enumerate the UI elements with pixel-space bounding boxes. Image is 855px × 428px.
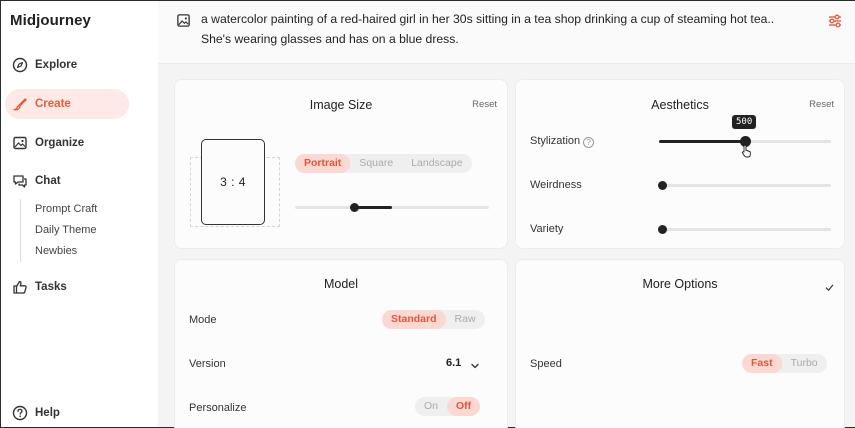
mode-standard[interactable]: Standard (382, 310, 446, 329)
stylization-help-icon[interactable]: ? (583, 137, 595, 148)
version-value[interactable]: 6.1 (446, 357, 461, 369)
stylization-slider-fill (659, 140, 745, 143)
variety-slider-track[interactable] (659, 228, 831, 231)
speed-fast[interactable]: Fast (742, 354, 782, 373)
weirdness-slider-handle[interactable] (658, 181, 667, 190)
subnav-daily-theme[interactable]: Daily Theme (35, 220, 97, 241)
nav-explore-label: Explore (35, 59, 78, 71)
personalize-label: Personalize (189, 402, 247, 414)
brush-icon (12, 96, 28, 112)
app-logo[interactable]: Midjourney (10, 12, 91, 29)
variety-slider-handle[interactable] (658, 225, 667, 234)
nav-explore[interactable]: Explore (5, 50, 129, 80)
nav-help[interactable]: Help (5, 398, 129, 428)
stylization-label-text: Stylization (530, 135, 581, 147)
image-prompt-icon[interactable] (176, 13, 191, 33)
image-size-reset-button[interactable]: Reset (472, 99, 497, 110)
nav-chat-label: Chat (35, 175, 61, 187)
chat-subnav: Prompt Craft Daily Theme Newbies (20, 199, 97, 262)
compass-icon (12, 57, 28, 73)
subnav-newbies[interactable]: Newbies (35, 241, 97, 262)
thumbs-up-icon (12, 279, 28, 295)
more-options-title[interactable]: More Options (516, 277, 844, 291)
help-circle-icon (12, 405, 28, 421)
pointer-cursor-icon (741, 144, 753, 163)
size-slider-fill (354, 206, 392, 209)
orientation-selector: Portrait Square Landscape (295, 154, 472, 173)
chevron-down-icon[interactable] (470, 358, 480, 376)
nav-tasks-label: Tasks (35, 281, 67, 293)
prompt-line-1: a watercolor painting of a red-haired gi… (201, 12, 775, 26)
mode-selector: Standard Raw (382, 310, 485, 329)
speed-turbo[interactable]: Turbo (782, 354, 827, 373)
settings-sliders-icon[interactable] (827, 13, 843, 34)
nav-organize[interactable]: Organize (5, 128, 129, 158)
nav-organize-label: Organize (35, 137, 85, 149)
mode-raw[interactable]: Raw (446, 310, 485, 329)
version-label: Version (189, 358, 226, 370)
orientation-portrait[interactable]: Portrait (295, 154, 351, 173)
weirdness-slider-track[interactable] (659, 184, 831, 187)
aesthetics-reset-button[interactable]: Reset (809, 99, 834, 110)
subnav-prompt-craft[interactable]: Prompt Craft (35, 199, 97, 220)
nav-tasks[interactable]: Tasks (5, 272, 129, 302)
checkmark-icon[interactable] (825, 279, 834, 297)
aspect-ratio-value: 3 : 4 (220, 175, 246, 189)
main-area: a watercolor painting of a red-haired gi… (158, 1, 855, 428)
aspect-ratio-preview[interactable]: 3 : 4 (201, 139, 265, 225)
more-options-panel: More Options Speed Fast Turbo (515, 259, 845, 428)
image-icon (12, 135, 28, 151)
nav-create[interactable]: Create (5, 89, 129, 119)
nav-chat[interactable]: Chat (5, 166, 129, 196)
speed-selector: Fast Turbo (742, 354, 827, 373)
orientation-square[interactable]: Square (350, 154, 402, 173)
stylization-value-tooltip: 500 (732, 115, 757, 129)
image-size-title: Image Size (309, 98, 373, 112)
prompt-input[interactable]: a watercolor painting of a red-haired gi… (201, 10, 821, 49)
nav-create-label: Create (35, 98, 71, 110)
mode-label: Mode (189, 314, 217, 326)
model-title: Model (323, 277, 359, 291)
personalize-off[interactable]: Off (447, 397, 481, 416)
aesthetics-panel: Aesthetics Reset Stylization? 500 Weirdn… (515, 79, 845, 249)
stylization-label: Stylization? (530, 135, 595, 148)
personalize-toggle: On Off (415, 397, 481, 416)
image-size-panel: Image Size Reset 3 : 4 Portrait Square L… (174, 79, 508, 249)
prompt-bar[interactable]: a watercolor painting of a red-haired gi… (158, 1, 855, 64)
model-panel: Model Mode Standard Raw Version 6.1 Pers… (174, 259, 508, 428)
personalize-on[interactable]: On (415, 397, 447, 416)
nav-help-label: Help (35, 407, 60, 419)
prompt-line-2: She's wearing glasses and has on a blue … (201, 31, 459, 46)
orientation-landscape[interactable]: Landscape (402, 154, 471, 173)
aesthetics-title: Aesthetics (651, 98, 709, 112)
chat-icon (12, 173, 28, 189)
size-slider-handle[interactable] (350, 203, 359, 212)
size-slider-track[interactable] (295, 206, 489, 209)
speed-label: Speed (530, 358, 562, 370)
sidebar: Midjourney Explore Create Organize Chat … (1, 1, 157, 427)
weirdness-label: Weirdness (530, 179, 582, 191)
variety-label: Variety (530, 223, 564, 235)
